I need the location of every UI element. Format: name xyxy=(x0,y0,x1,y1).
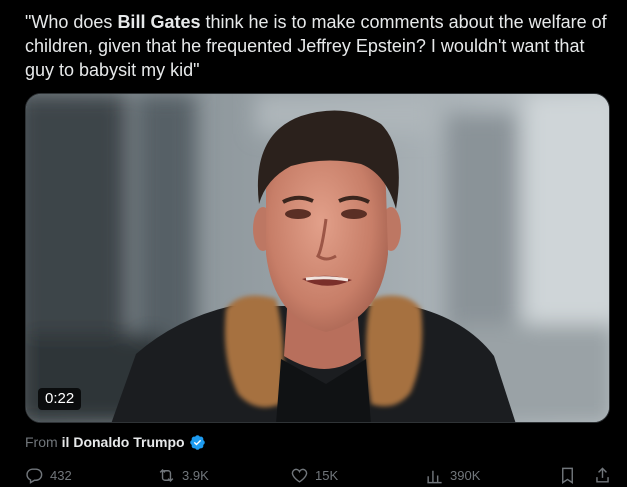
share-button[interactable] xyxy=(593,466,612,485)
like-icon xyxy=(291,468,308,483)
source-attribution: From il Donaldo Trumpo xyxy=(25,432,206,452)
retweet-button[interactable]: 3.9K xyxy=(157,466,209,485)
video-player[interactable]: 0:22 xyxy=(25,93,610,423)
retweet-count: 3.9K xyxy=(182,467,209,483)
views-button[interactable]: 390K xyxy=(425,466,480,485)
reply-count: 432 xyxy=(50,467,72,483)
verified-badge-icon xyxy=(189,434,205,450)
like-count: 15K xyxy=(315,467,339,483)
reply-icon xyxy=(26,467,43,484)
share-icon xyxy=(596,466,609,483)
video-frame-image xyxy=(26,94,609,422)
retweet-icon xyxy=(159,468,174,482)
views-count: 390K xyxy=(450,467,481,483)
like-button[interactable]: 15K xyxy=(290,466,338,485)
views-icon xyxy=(427,470,442,483)
source-author-link[interactable]: il Donaldo Trumpo xyxy=(62,432,185,452)
tweet-text: "Who does Bill Gates think he is to make… xyxy=(25,10,615,82)
bookmark-icon xyxy=(562,467,573,484)
bookmark-button[interactable] xyxy=(558,466,577,485)
tweet-text-part: "Who does xyxy=(25,12,118,32)
tweet-actions-bar: 432 3.9K 15K 390K xyxy=(25,463,615,487)
video-duration-badge: 0:22 xyxy=(38,388,82,410)
mention-bill-gates: Bill Gates xyxy=(117,12,201,32)
from-label: From xyxy=(25,434,58,450)
reply-button[interactable]: 432 xyxy=(25,466,72,485)
